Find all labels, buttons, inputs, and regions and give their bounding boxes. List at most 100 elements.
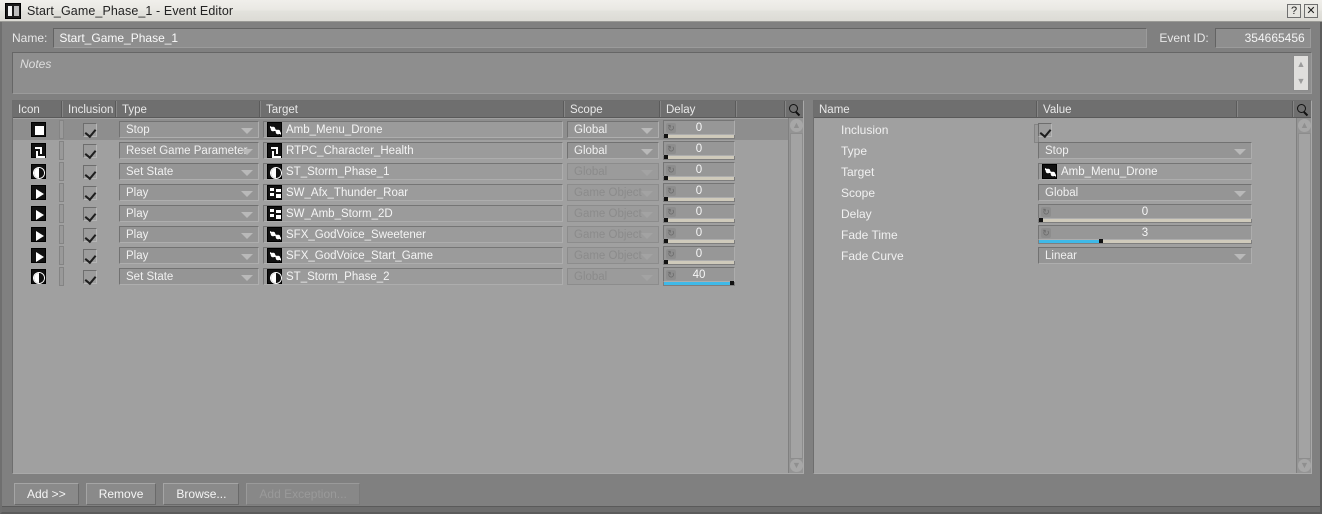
delay-value-box[interactable]: ↻ 0: [663, 204, 735, 219]
column-header-target[interactable]: Target: [261, 101, 565, 117]
scope-select[interactable]: Game Object: [567, 205, 659, 222]
scope-cell[interactable]: Game Object: [565, 224, 661, 245]
property-target-field[interactable]: Amb_Menu_Drone: [1038, 163, 1252, 180]
target-field[interactable]: ST_Storm_Phase_1: [263, 163, 563, 180]
action-row[interactable]: Play SFX_GodVoice_Start_Game Game Object ↻ 0: [13, 245, 788, 266]
target-field[interactable]: Amb_Menu_Drone: [263, 121, 563, 138]
notes-field[interactable]: Notes ▲ ▼: [12, 52, 1312, 94]
property-row[interactable]: Fade Curve Linear: [814, 245, 1296, 266]
row-grip[interactable]: [59, 204, 64, 223]
scope-select[interactable]: Game Object: [567, 184, 659, 201]
delay-cell[interactable]: ↻ 0: [661, 161, 737, 182]
column-header-name[interactable]: Name: [814, 101, 1038, 117]
inclusion-checkbox[interactable]: [83, 248, 97, 263]
action-row[interactable]: Play SFX_GodVoice_Sweetener Game Object ↻ 0: [13, 224, 788, 245]
inclusion-cell[interactable]: [59, 203, 117, 224]
target-field[interactable]: RTPC_Character_Health: [263, 142, 563, 159]
delay-cell[interactable]: ↻ 0: [661, 224, 737, 245]
delay-slider[interactable]: [663, 134, 735, 139]
type-cell[interactable]: Reset Game Parameter: [117, 140, 261, 161]
column-header-delay[interactable]: Delay: [661, 101, 737, 117]
property-row[interactable]: Target Amb_Menu_Drone: [814, 161, 1296, 182]
delay-value-box[interactable]: ↻ 0: [663, 225, 735, 240]
row-grip[interactable]: [59, 183, 64, 202]
property-value-cell[interactable]: Amb_Menu_Drone: [1038, 163, 1296, 180]
property-value-cell[interactable]: [1034, 122, 1296, 143]
property-row[interactable]: Inclusion: [814, 119, 1296, 143]
delay-value-box[interactable]: ↻ 0: [663, 183, 735, 198]
scope-select[interactable]: Global: [567, 121, 659, 138]
reset-icon[interactable]: ↻: [666, 207, 676, 217]
type-select[interactable]: Set State: [119, 163, 259, 180]
property-slider-knob[interactable]: [1039, 218, 1043, 222]
target-cell[interactable]: SFX_GodVoice_Sweetener: [261, 224, 565, 245]
inclusion-checkbox[interactable]: [83, 206, 97, 221]
property-slider-knob[interactable]: [1098, 239, 1103, 243]
delay-slider[interactable]: [663, 155, 735, 160]
inclusion-checkbox[interactable]: [83, 185, 97, 200]
row-grip[interactable]: [59, 267, 64, 286]
delay-slider-knob[interactable]: [664, 176, 668, 180]
type-select[interactable]: Play: [119, 184, 259, 201]
delay-slider-field[interactable]: ↻ 0: [663, 246, 735, 265]
scope-cell[interactable]: Game Object: [565, 203, 661, 224]
type-select[interactable]: Stop: [119, 121, 259, 138]
property-value-cell[interactable]: Stop: [1038, 142, 1296, 159]
delay-cell[interactable]: ↻ 0: [661, 119, 737, 140]
property-select[interactable]: Stop: [1038, 142, 1252, 159]
action-row[interactable]: Set State ST_Storm_Phase_2 Global ↻ 40: [13, 266, 788, 287]
scope-select[interactable]: Global: [567, 163, 659, 180]
type-cell[interactable]: Play: [117, 182, 261, 203]
property-row[interactable]: Type Stop: [814, 140, 1296, 161]
scroll-down-icon[interactable]: ▼: [1298, 459, 1311, 472]
scope-cell[interactable]: Global: [565, 119, 661, 140]
reset-icon[interactable]: ↻: [666, 123, 676, 133]
name-input[interactable]: Start_Game_Phase_1: [53, 28, 1148, 48]
row-grip[interactable]: [59, 141, 64, 160]
scope-select[interactable]: Global: [567, 142, 659, 159]
property-row[interactable]: Scope Global: [814, 182, 1296, 203]
type-select[interactable]: Play: [119, 226, 259, 243]
inclusion-cell[interactable]: [59, 224, 117, 245]
type-cell[interactable]: Play: [117, 245, 261, 266]
inclusion-cell[interactable]: [59, 161, 117, 182]
help-button[interactable]: ?: [1287, 3, 1301, 18]
scroll-down-icon[interactable]: ▼: [790, 459, 803, 472]
delay-value-box[interactable]: ↻ 0: [663, 162, 735, 177]
column-header-icon[interactable]: Icon: [13, 101, 63, 117]
column-header-inclusion[interactable]: Inclusion: [63, 101, 117, 117]
scope-cell[interactable]: Global: [565, 140, 661, 161]
scope-select[interactable]: Global: [567, 268, 659, 285]
delay-slider-knob[interactable]: [730, 281, 734, 285]
scroll-up-icon[interactable]: ▲: [1298, 119, 1311, 132]
close-button[interactable]: ✕: [1304, 3, 1318, 18]
delay-cell[interactable]: ↻ 0: [661, 245, 737, 266]
delay-slider-knob[interactable]: [664, 197, 668, 201]
property-value-cell[interactable]: ↻ 0: [1038, 204, 1296, 223]
scope-cell[interactable]: Game Object: [565, 245, 661, 266]
property-value-cell[interactable]: ↻ 3: [1038, 225, 1296, 244]
row-grip[interactable]: [59, 120, 64, 139]
browse-button[interactable]: Browse...: [163, 483, 240, 505]
delay-cell[interactable]: ↻ 40: [661, 266, 737, 287]
type-cell[interactable]: Stop: [117, 119, 261, 140]
inclusion-checkbox[interactable]: [83, 122, 97, 137]
reset-icon[interactable]: ↻: [666, 249, 676, 259]
inclusion-cell[interactable]: [59, 245, 117, 266]
delay-slider[interactable]: [663, 176, 735, 181]
delay-slider-knob[interactable]: [664, 260, 668, 264]
delay-slider-knob[interactable]: [664, 239, 668, 243]
inclusion-cell[interactable]: [59, 266, 117, 287]
property-slider-field[interactable]: ↻ 0: [1038, 204, 1252, 223]
row-grip[interactable]: [59, 246, 64, 265]
delay-value-box[interactable]: ↻ 0: [663, 120, 735, 135]
property-slider[interactable]: [1038, 218, 1252, 223]
property-slider-field[interactable]: ↻ 3: [1038, 225, 1252, 244]
delay-value-box[interactable]: ↻ 0: [663, 141, 735, 156]
property-slider[interactable]: [1038, 239, 1252, 244]
property-select[interactable]: Linear: [1038, 247, 1252, 264]
target-cell[interactable]: SW_Amb_Storm_2D: [261, 203, 565, 224]
target-cell[interactable]: Amb_Menu_Drone: [261, 119, 565, 140]
delay-slider[interactable]: [663, 281, 735, 286]
scroll-up-icon[interactable]: ▲: [790, 119, 803, 132]
